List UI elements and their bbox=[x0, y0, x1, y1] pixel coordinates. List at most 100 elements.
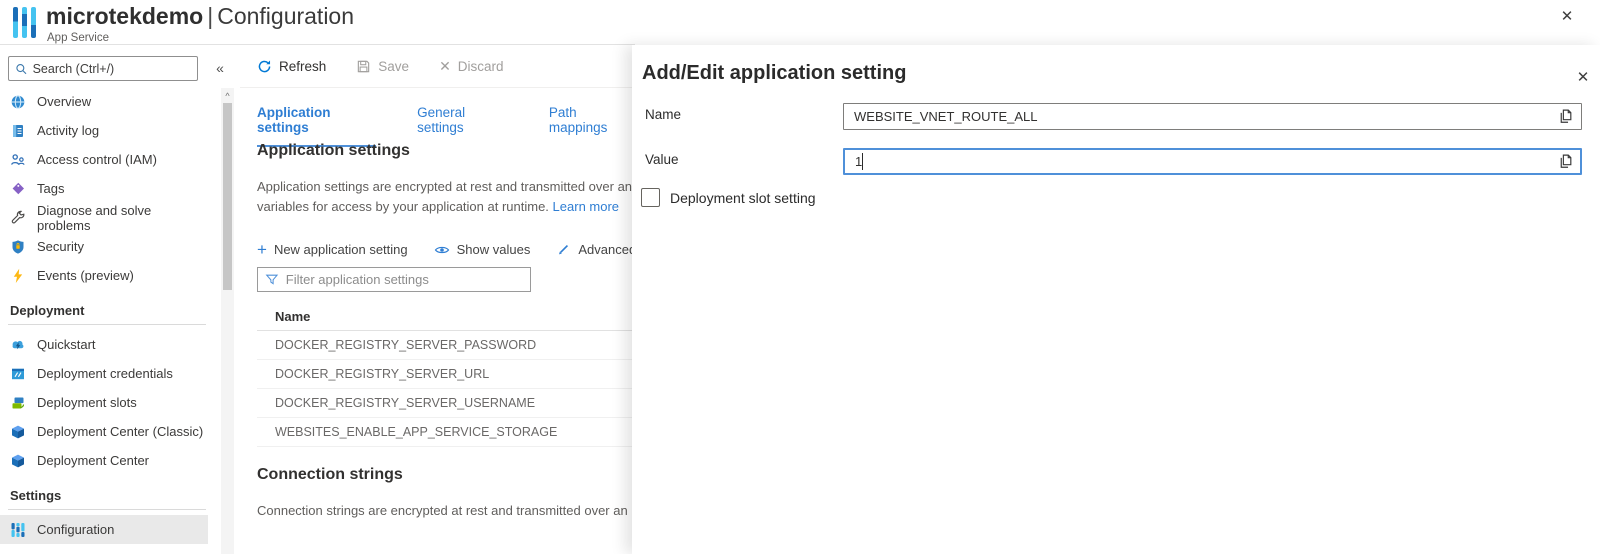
sidebar-item-label: Events (preview) bbox=[37, 268, 134, 283]
sidebar-item-activity-log[interactable]: Activity log bbox=[0, 116, 208, 145]
configuration-blade: Refresh Save ✕ Discard Application setti… bbox=[240, 45, 632, 554]
sidebar-item-label: Deployment Center bbox=[37, 453, 149, 468]
copy-icon[interactable] bbox=[1557, 108, 1574, 125]
sidebar-section-deployment: Deployment bbox=[0, 290, 208, 324]
credentials-window-icon bbox=[10, 366, 26, 382]
value-input[interactable] bbox=[843, 148, 1582, 175]
application-settings-description-line1: Application settings are encrypted at re… bbox=[257, 177, 632, 197]
table-row[interactable]: WEBSITES_ENABLE_APP_SERVICE_STORAGE bbox=[257, 418, 632, 447]
filter-input[interactable] bbox=[286, 272, 523, 287]
sidebar-item-deployment-credentials[interactable]: Deployment credentials bbox=[0, 359, 208, 388]
resource-type-subtitle: App Service bbox=[47, 32, 109, 44]
panel-title: Add/Edit application setting bbox=[642, 62, 906, 85]
sidebar: Overview Activity log Access control (IA… bbox=[0, 45, 208, 554]
value-field-wrap bbox=[843, 148, 1582, 175]
sidebar-item-label: Tags bbox=[37, 181, 64, 196]
settings-actions: + New application setting Show values Ad… bbox=[257, 241, 632, 258]
name-label: Name bbox=[645, 107, 681, 122]
collapse-sidebar-button[interactable]: « bbox=[211, 58, 229, 78]
scrollbar-up-arrow[interactable]: ^ bbox=[221, 88, 234, 103]
table-row[interactable]: DOCKER_REGISTRY_SERVER_USERNAME bbox=[257, 389, 632, 418]
tab-application-settings[interactable]: Application settings bbox=[257, 105, 376, 147]
learn-more-link[interactable]: Learn more bbox=[553, 199, 619, 214]
sidebar-search[interactable] bbox=[8, 56, 198, 81]
shield-icon bbox=[10, 239, 26, 255]
people-icon bbox=[10, 152, 26, 168]
section-divider bbox=[8, 509, 206, 510]
add-edit-setting-panel: Add/Edit application setting ✕ Name Valu… bbox=[632, 45, 1600, 554]
copy-icon[interactable] bbox=[1557, 153, 1574, 170]
cube-icon bbox=[10, 453, 26, 469]
close-icon[interactable]: ✕ bbox=[1573, 67, 1593, 87]
refresh-button[interactable]: Refresh bbox=[257, 59, 326, 74]
cloud-bolt-icon bbox=[10, 337, 26, 353]
save-button[interactable]: Save bbox=[356, 59, 409, 74]
discard-x-icon: ✕ bbox=[439, 58, 451, 75]
blade-name: Configuration bbox=[217, 3, 354, 29]
table-header-name: Name bbox=[257, 303, 632, 331]
table-row[interactable]: DOCKER_REGISTRY_SERVER_PASSWORD bbox=[257, 331, 632, 360]
section-divider bbox=[8, 324, 206, 325]
sidebar-item-security[interactable]: Security bbox=[0, 232, 208, 261]
sidebar-item-configuration[interactable]: Configuration bbox=[0, 515, 208, 544]
sidebar-item-label: Activity log bbox=[37, 123, 99, 138]
sidebar-item-deployment-center[interactable]: Deployment Center bbox=[0, 446, 208, 475]
sidebar-item-label: Configuration bbox=[37, 522, 114, 537]
title-separator: | bbox=[203, 3, 217, 29]
deployment-slot-setting-row[interactable]: Deployment slot setting bbox=[641, 188, 816, 207]
funnel-icon bbox=[265, 272, 279, 287]
save-icon bbox=[356, 59, 371, 74]
connection-strings-heading: Connection strings bbox=[257, 466, 403, 484]
scrollbar-thumb[interactable] bbox=[223, 103, 232, 290]
tab-path-mappings[interactable]: Path mappings bbox=[549, 105, 632, 147]
application-settings-description-line2: variables for access by your application… bbox=[257, 197, 619, 217]
name-input[interactable] bbox=[843, 103, 1582, 130]
sidebar-item-access-control[interactable]: Access control (IAM) bbox=[0, 145, 208, 174]
sidebar-item-label: Deployment slots bbox=[37, 395, 137, 410]
sidebar-item-label: Access control (IAM) bbox=[37, 152, 157, 167]
sidebar-item-label: Overview bbox=[37, 94, 91, 109]
sidebar-item-events[interactable]: Events (preview) bbox=[0, 261, 208, 290]
application-settings-heading: Application settings bbox=[257, 142, 410, 160]
show-values-button[interactable]: Show values bbox=[434, 241, 531, 258]
sidebar-item-deployment-center-classic[interactable]: Deployment Center (Classic) bbox=[0, 417, 208, 446]
sidebar-scrollbar[interactable]: ^ bbox=[221, 88, 234, 554]
sidebar-item-deployment-slots[interactable]: Deployment slots bbox=[0, 388, 208, 417]
sidebar-item-diagnose[interactable]: Diagnose and solve problems bbox=[0, 203, 208, 232]
sidebar-item-overview[interactable]: Overview bbox=[0, 87, 208, 116]
new-application-setting-button[interactable]: + New application setting bbox=[257, 241, 408, 258]
sidebar-item-quickstart[interactable]: Quickstart bbox=[0, 330, 208, 359]
configuration-bars-icon bbox=[10, 522, 26, 538]
pencil-icon bbox=[556, 242, 571, 257]
close-icon[interactable]: ✕ bbox=[1557, 6, 1577, 26]
sidebar-item-label: Quickstart bbox=[37, 337, 96, 352]
filter-settings-field[interactable] bbox=[257, 267, 531, 292]
blade-header: microtekdemo|Configuration App Service bbox=[0, 0, 635, 45]
deployment-slot-checkbox[interactable] bbox=[641, 188, 660, 207]
tab-general-settings[interactable]: General settings bbox=[417, 105, 508, 147]
tag-icon bbox=[10, 181, 26, 197]
page-title: microtekdemo|Configuration bbox=[46, 3, 354, 30]
plus-icon: + bbox=[257, 241, 267, 258]
slots-icon bbox=[10, 395, 26, 411]
save-label: Save bbox=[378, 59, 409, 74]
wrench-icon bbox=[10, 210, 26, 226]
cube-icon bbox=[10, 424, 26, 440]
sidebar-item-label: Security bbox=[37, 239, 84, 254]
value-label: Value bbox=[645, 152, 679, 167]
eye-icon bbox=[434, 242, 450, 258]
discard-button[interactable]: ✕ Discard bbox=[439, 58, 504, 75]
table-row[interactable]: DOCKER_REGISTRY_SERVER_URL bbox=[257, 360, 632, 389]
sidebar-item-tags[interactable]: Tags bbox=[0, 174, 208, 203]
name-field-wrap bbox=[843, 103, 1582, 130]
application-settings-table: Name DOCKER_REGISTRY_SERVER_PASSWORD DOC… bbox=[257, 303, 632, 447]
activity-log-icon bbox=[10, 123, 26, 139]
advanced-edit-button[interactable]: Advanced edit bbox=[556, 241, 632, 258]
refresh-icon bbox=[257, 59, 272, 74]
sidebar-item-label: Diagnose and solve problems bbox=[37, 203, 208, 233]
deployment-slot-checkbox-label: Deployment slot setting bbox=[670, 190, 816, 206]
globe-icon bbox=[10, 94, 26, 110]
sidebar-nav: Overview Activity log Access control (IA… bbox=[0, 87, 208, 544]
configuration-bars-icon bbox=[13, 7, 36, 38]
search-input[interactable] bbox=[33, 62, 191, 76]
